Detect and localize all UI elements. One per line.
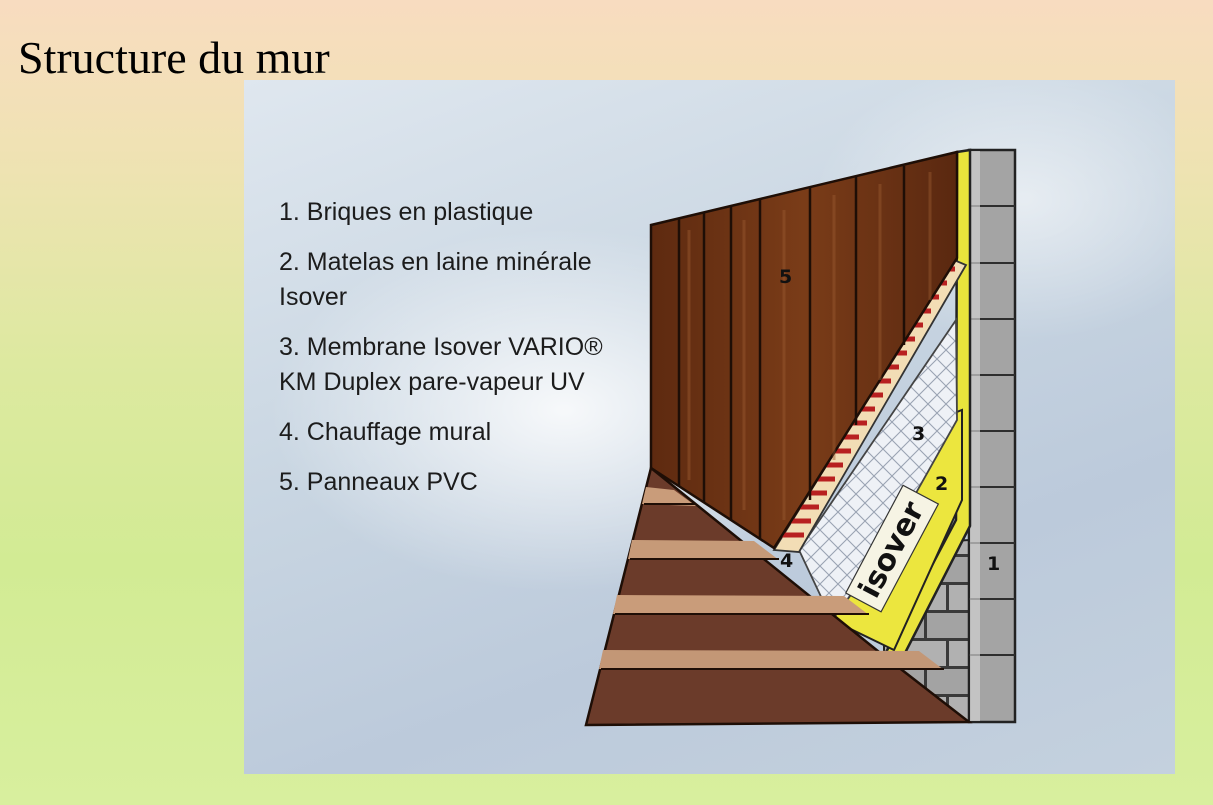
callout-number-4: 4 bbox=[780, 550, 793, 572]
page-title: Structure du mur bbox=[18, 32, 330, 83]
callout-number-1: 1 bbox=[987, 553, 1000, 575]
callout-number-5: 5 bbox=[779, 266, 792, 288]
callout-number-2: 2 bbox=[935, 473, 948, 495]
wall-cross-section-illustration: isover 5 3 2 4 1 bbox=[584, 148, 1017, 727]
callout-number-3: 3 bbox=[912, 423, 925, 445]
diagram-panel: 1. Briques en plastique 2. Matelas en la… bbox=[244, 80, 1175, 774]
